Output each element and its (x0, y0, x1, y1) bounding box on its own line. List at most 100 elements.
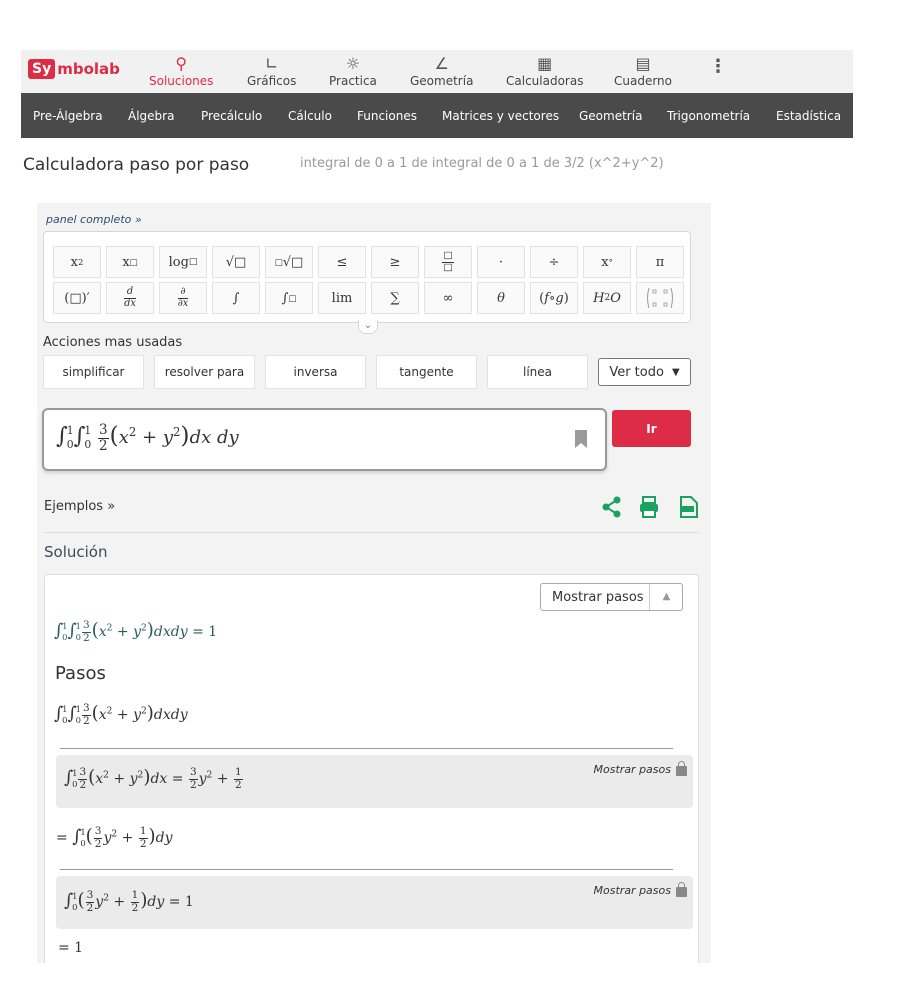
key-log[interactable]: log □ (159, 246, 207, 278)
action-simplificar[interactable]: simplificar (43, 355, 144, 389)
action-tangente[interactable]: tangente (376, 355, 477, 389)
logo-box: Sy (28, 59, 56, 79)
matrix-icon (647, 287, 673, 309)
pdf-icon[interactable] (680, 496, 698, 518)
key-leq[interactable]: ≤ (318, 246, 366, 278)
nav-label: Calculadoras (506, 74, 584, 88)
tools-bar (601, 495, 701, 523)
top-navbar: Sy mbolab ⚲ Soluciones ∟ Gráficos ☼ Prac… (21, 50, 853, 93)
topic-algebra[interactable]: Álgebra (128, 109, 174, 123)
step-link-label: Mostrar pasos (593, 763, 671, 776)
symbolab-logo[interactable]: Sy mbolab (28, 59, 120, 79)
step-link-label: Mostrar pasos (593, 884, 671, 897)
key-power[interactable]: x □ (106, 246, 154, 278)
topic-navbar: Pre-Álgebra Álgebra Precálculo Cálculo F… (21, 93, 853, 138)
step-1-expression: ∫ 1 0 3 2 (x2 + y2)dx = 3 2 y2 + 12 (64, 766, 243, 791)
topic-funciones[interactable]: Funciones (357, 109, 417, 123)
key-matrix[interactable] (636, 282, 684, 314)
step-divider (60, 869, 673, 870)
logo-text: mbolab (57, 60, 120, 78)
key-theta[interactable]: θ (477, 282, 525, 314)
topic-geometria[interactable]: Geometría (579, 109, 642, 123)
search-icon: ⚲ (175, 54, 188, 73)
go-button[interactable]: Ir (612, 410, 691, 447)
solution-result: ∫ 1 0 ∫ 1 0 3 2 (x2 + y2)dxdy = 1 (54, 619, 218, 644)
result-value: 1 (208, 624, 218, 640)
nav-label: Gráficos (247, 74, 297, 88)
key-composition[interactable]: (f ∘ g) (530, 282, 578, 314)
view-all-dropdown[interactable]: Ver todo ▼ (598, 358, 691, 386)
key-partial[interactable]: ∂ ∂x (159, 282, 207, 314)
chart-icon: ∟ (264, 54, 279, 73)
key-limit[interactable]: lim (318, 282, 366, 314)
select-arrows-icon: ▲ (649, 584, 683, 610)
print-icon[interactable] (640, 496, 658, 518)
calculator-icon: ▦ (537, 54, 553, 73)
full-panel-link[interactable]: panel completo » (46, 213, 142, 226)
more-menu-icon[interactable]: ⋮ (709, 56, 727, 77)
key-divide[interactable]: ÷ (530, 246, 578, 278)
key-fraction[interactable]: □ □ (424, 246, 472, 278)
key-chemistry[interactable]: H2O (583, 282, 631, 314)
step-original: ∫ 1 0 ∫ 1 0 3 2 (x2 + y2)dxdy (54, 702, 188, 727)
action-resolver[interactable]: resolver para (154, 355, 255, 389)
nav-practica[interactable]: ☼ Practica (329, 54, 377, 88)
lightbulb-icon: ☼ (345, 54, 361, 73)
actions-title: Acciones mas usadas (43, 335, 183, 350)
divider (44, 532, 699, 533)
topic-precalculo[interactable]: Precálculo (201, 109, 262, 123)
step-2-show-steps[interactable]: Mostrar pasos (593, 882, 687, 897)
nav-label: Soluciones (149, 74, 214, 88)
show-steps-select[interactable]: Mostrar pasos ▲ (540, 583, 683, 611)
angle-icon: ∠ (434, 54, 449, 73)
action-inversa[interactable]: inversa (265, 355, 366, 389)
key-prime[interactable]: (□)′ (53, 282, 101, 314)
key-derivative[interactable]: d dx (106, 282, 154, 314)
caret-down-icon: ▼ (671, 366, 680, 378)
key-sum[interactable]: ∑ (371, 282, 419, 314)
share-icon[interactable] (602, 496, 621, 518)
bookmark-icon[interactable] (575, 430, 587, 448)
key-square[interactable]: x2 (53, 246, 101, 278)
page-title: Calculadora paso por paso (23, 155, 250, 175)
nav-calculadoras[interactable]: ▦ Calculadoras (506, 54, 583, 88)
chevron-down-icon[interactable]: ⌄ (358, 320, 378, 334)
key-definite-integral[interactable]: ∫ □ (265, 282, 313, 314)
notebook-icon: ▤ (635, 54, 651, 73)
topic-prealgebra[interactable]: Pre-Álgebra (33, 109, 103, 123)
topic-estadistica[interactable]: Estadística (776, 109, 841, 123)
topic-calculo[interactable]: Cálculo (288, 109, 332, 123)
nav-label: Geometría (410, 74, 474, 88)
math-keypad: x2 x □ log □ √□ □ √□ ≤ ≥ □ □ · ÷ x ° π (□)′ d… (43, 231, 691, 323)
step-2-expression: ∫ 1 0(3 2 y2 + 1 2)dy = 1 (64, 889, 194, 914)
expression-input[interactable]: ∫ 1 0 ∫ 1 0 3 2 (x2 + y2)dx dy (42, 408, 607, 471)
tool-icons (602, 496, 698, 518)
show-steps-label: Mostrar pasos (552, 590, 644, 605)
nav-graficos[interactable]: ∟ Gráficos (247, 54, 296, 88)
topic-matrices[interactable]: Matrices y vectores (442, 109, 559, 123)
key-integral[interactable]: ∫ (212, 282, 260, 314)
key-degree[interactable]: x ° (583, 246, 631, 278)
input-expression: ∫ 1 0 ∫ 1 0 3 2 (x2 + y2)dx dy (56, 421, 239, 454)
key-pi[interactable]: π (636, 246, 684, 278)
nav-geometria[interactable]: ∠ Geometría (410, 54, 473, 88)
step-divider (60, 748, 673, 749)
key-nthroot[interactable]: □ √□ (265, 246, 313, 278)
page-subtitle: integral de 0 a 1 de integral de 0 a 1 d… (300, 156, 664, 171)
action-linea[interactable]: línea (487, 355, 588, 389)
key-geq[interactable]: ≥ (371, 246, 419, 278)
nav-label: Practica (329, 74, 377, 88)
topic-trigonometria[interactable]: Trigonometría (667, 109, 750, 123)
nav-label: Cuaderno (614, 74, 673, 88)
steps-heading: Pasos (55, 663, 106, 684)
nav-cuaderno[interactable]: ▤ Cuaderno (614, 54, 672, 88)
nav-soluciones[interactable]: ⚲ Soluciones (149, 54, 213, 88)
lock-icon (676, 882, 687, 897)
view-all-label: Ver todo (609, 364, 664, 380)
lock-icon (676, 761, 687, 776)
step-1-show-steps[interactable]: Mostrar pasos (593, 761, 687, 776)
key-infinity[interactable]: ∞ (424, 282, 472, 314)
examples-link[interactable]: Ejemplos » (44, 499, 115, 514)
key-sqrt[interactable]: √□ (212, 246, 260, 278)
key-dot[interactable]: · (477, 246, 525, 278)
